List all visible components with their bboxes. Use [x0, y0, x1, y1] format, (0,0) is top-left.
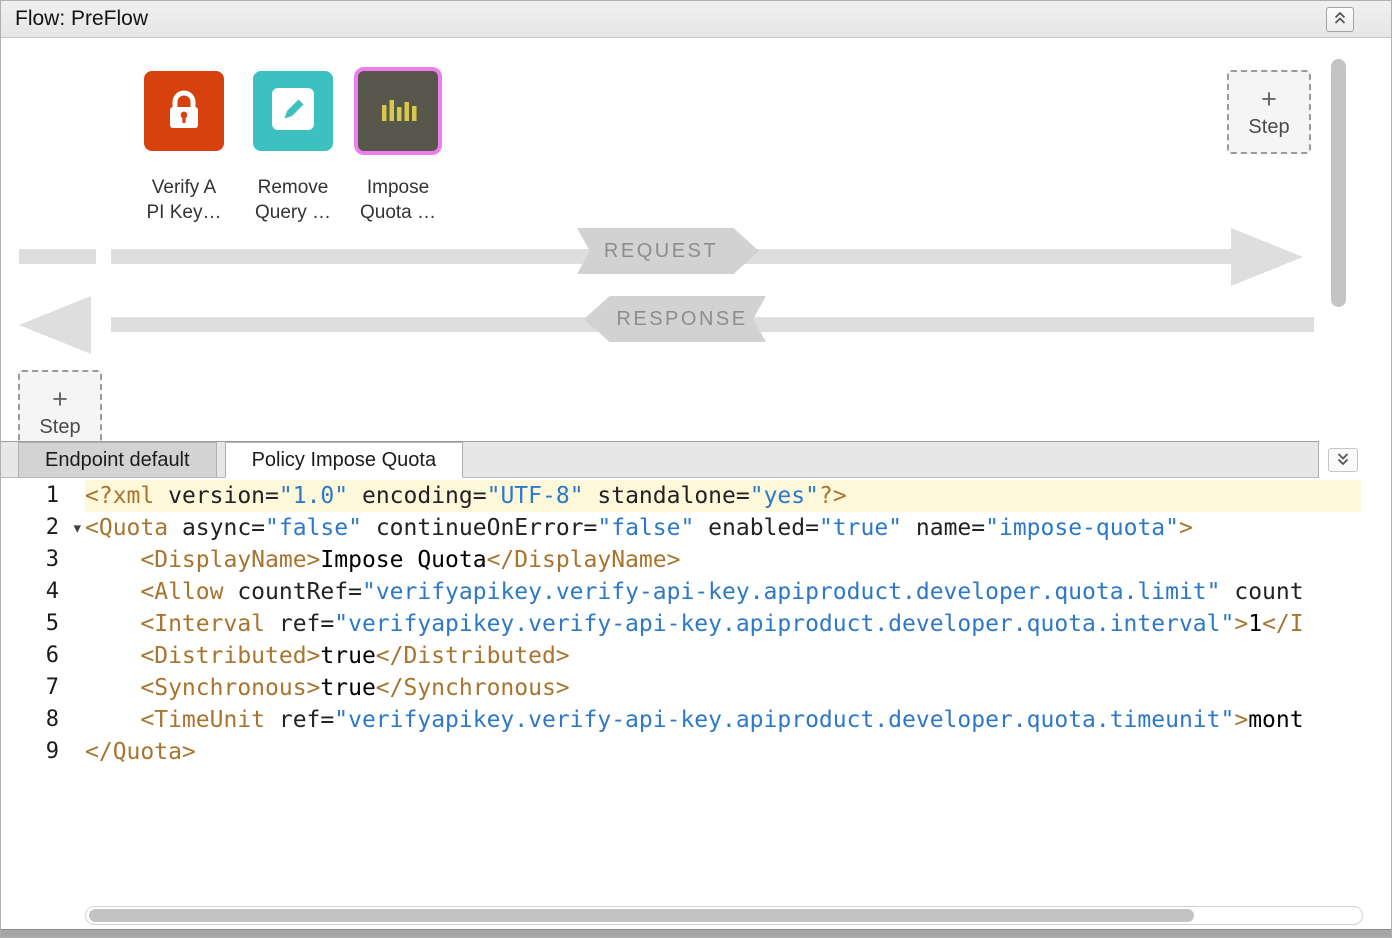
line-number: 2▾: [1, 512, 85, 544]
add-step-button-top[interactable]: + Step: [1227, 70, 1311, 154]
plus-icon: +: [52, 386, 68, 412]
line-number: 7: [1, 672, 85, 704]
policy-step-label: Verify A PI Key…: [126, 175, 242, 225]
response-label-banner: RESPONSE: [584, 296, 766, 342]
code-line-content[interactable]: <DisplayName>Impose Quota</DisplayName>: [85, 544, 1361, 576]
policy-step-label-line: Remove: [235, 175, 351, 200]
flow-title: Flow: PreFlow: [15, 1, 148, 37]
code-line[interactable]: 1<?xml version="1.0" encoding="UTF-8" st…: [1, 480, 1361, 512]
code-line[interactable]: 9</Quota>: [1, 736, 1361, 768]
code-lines: 1<?xml version="1.0" encoding="UTF-8" st…: [1, 480, 1361, 768]
vertical-scrollbar-thumb[interactable]: [1331, 59, 1346, 307]
policy-step-label-line: Quota …: [340, 200, 456, 225]
code-line-content[interactable]: <TimeUnit ref="verifyapikey.verify-api-k…: [85, 704, 1361, 736]
add-step-label: Step: [1248, 116, 1289, 139]
code-line-content[interactable]: <Interval ref="verifyapikey.verify-api-k…: [85, 608, 1361, 640]
code-line[interactable]: 2▾<Quota async="false" continueOnError="…: [1, 512, 1361, 544]
request-label: REQUEST: [604, 240, 718, 263]
code-line[interactable]: 3 <DisplayName>Impose Quota</DisplayName…: [1, 544, 1361, 576]
policy-step-remove-query[interactable]: Remove Query …: [235, 71, 351, 225]
line-number: 8: [1, 704, 85, 736]
code-line-content[interactable]: <Allow countRef="verifyapikey.verify-api…: [85, 576, 1361, 608]
policy-step-tile[interactable]: [253, 71, 333, 151]
policy-step-tile[interactable]: [144, 71, 224, 151]
policy-step-label: Remove Query …: [235, 175, 351, 225]
code-line-content[interactable]: <Quota async="false" continueOnError="fa…: [85, 512, 1361, 544]
line-number: 9: [1, 736, 85, 768]
code-line-content[interactable]: </Quota>: [85, 736, 1361, 768]
code-line-content[interactable]: <?xml version="1.0" encoding="UTF-8" sta…: [85, 480, 1361, 512]
line-number: 6: [1, 640, 85, 672]
request-arrowhead-icon: [1231, 228, 1303, 286]
pencil-icon: [267, 83, 319, 140]
horizontal-scrollbar-thumb[interactable]: [89, 909, 1194, 922]
code-line[interactable]: 4 <Allow countRef="verifyapikey.verify-a…: [1, 576, 1361, 608]
tab-label: Endpoint default: [45, 449, 190, 472]
flow-canvas: Verify A PI Key… Remove Quer: [1, 38, 1391, 441]
code-line-content[interactable]: <Synchronous>true</Synchronous>: [85, 672, 1361, 704]
code-line[interactable]: 6 <Distributed>true</Distributed>: [1, 640, 1361, 672]
plus-icon: +: [1261, 86, 1277, 112]
api-proxy-flow-editor: Flow: PreFlow Verify A: [0, 0, 1392, 938]
window-bottom-edge: [1, 929, 1391, 937]
policy-step-label-line: Query …: [235, 200, 351, 225]
tab-policy-impose-quota[interactable]: Policy Impose Quota: [225, 442, 464, 478]
code-line[interactable]: 8 <TimeUnit ref="verifyapikey.verify-api…: [1, 704, 1361, 736]
chevrons-down-icon: [1335, 451, 1351, 470]
tab-endpoint-default[interactable]: Endpoint default: [18, 442, 217, 477]
request-label-banner: REQUEST: [577, 228, 759, 274]
add-step-button-bottom[interactable]: + Step: [18, 370, 102, 441]
add-step-label: Step: [39, 416, 80, 439]
tab-label: Policy Impose Quota: [252, 449, 437, 472]
editor-tab-bar: Endpoint default Policy Impose Quota: [1, 441, 1319, 478]
line-number: 5: [1, 608, 85, 640]
collapse-editor-button[interactable]: [1328, 448, 1358, 472]
line-number: 4: [1, 576, 85, 608]
policy-step-impose-quota[interactable]: Impose Quota …: [340, 71, 456, 225]
policy-step-label-line: Impose: [340, 175, 456, 200]
policy-step-label: Impose Quota …: [340, 175, 456, 225]
code-line-content[interactable]: <Distributed>true</Distributed>: [85, 640, 1361, 672]
collapse-flow-button[interactable]: [1326, 7, 1354, 32]
policy-step-tile[interactable]: [354, 67, 442, 155]
response-arrowhead-icon: [19, 296, 91, 354]
fold-marker[interactable]: ▾: [73, 512, 81, 544]
code-line[interactable]: 5 <Interval ref="verifyapikey.verify-api…: [1, 608, 1361, 640]
flow-panel-header: Flow: PreFlow: [1, 1, 1391, 38]
bar-chart-icon: [372, 83, 424, 140]
chevrons-up-icon: [1332, 10, 1348, 29]
policy-step-label-line: Verify A: [126, 175, 242, 200]
response-label: RESPONSE: [616, 308, 747, 331]
code-line[interactable]: 7 <Synchronous>true</Synchronous>: [1, 672, 1361, 704]
request-flow-bar-stub: [19, 249, 96, 264]
horizontal-scrollbar[interactable]: [85, 906, 1363, 925]
policy-step-label-line: PI Key…: [126, 200, 242, 225]
code-editor[interactable]: 1<?xml version="1.0" encoding="UTF-8" st…: [1, 478, 1361, 931]
policy-step-verify-api-key[interactable]: Verify A PI Key…: [126, 71, 242, 225]
lock-icon: [158, 83, 210, 140]
line-number: 1: [1, 480, 85, 512]
line-number: 3: [1, 544, 85, 576]
